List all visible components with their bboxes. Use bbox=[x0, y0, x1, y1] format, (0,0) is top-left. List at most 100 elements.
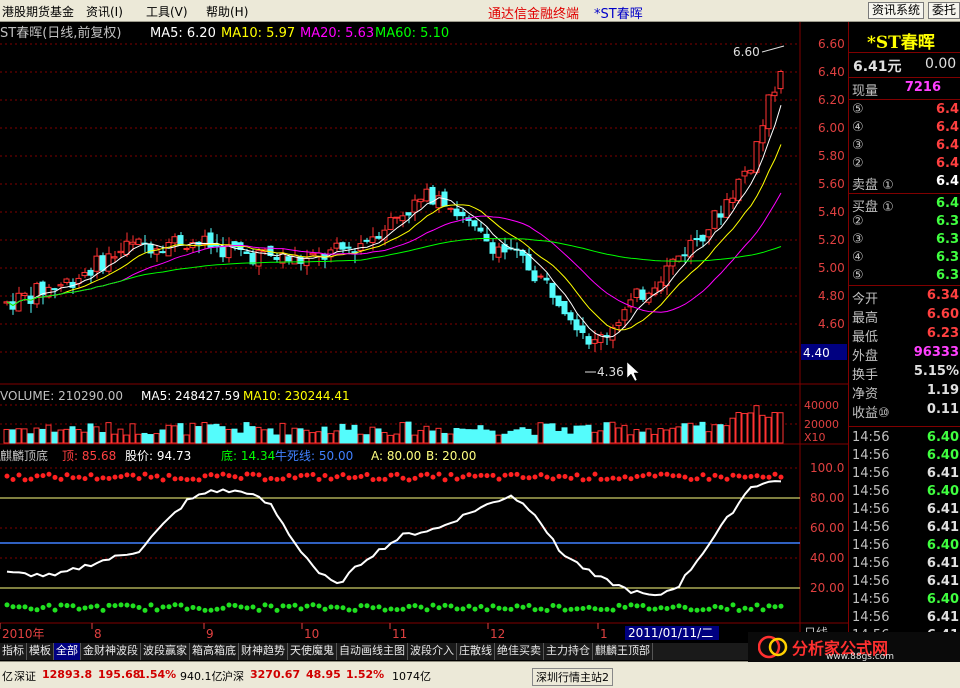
candle-body bbox=[399, 215, 406, 222]
candle-body bbox=[603, 335, 610, 338]
indicator-grid bbox=[0, 467, 800, 589]
indicator-bottom-dot bbox=[748, 606, 754, 612]
tab-8[interactable]: 自动画线主图 bbox=[337, 643, 408, 660]
volume-bar bbox=[297, 428, 304, 444]
candle-body bbox=[717, 213, 724, 218]
tab-6[interactable]: 财神趋势 bbox=[239, 643, 288, 660]
candle-body bbox=[633, 288, 640, 298]
tab-1[interactable]: 模板 bbox=[27, 643, 54, 660]
menu-item-futures[interactable]: 港股期货基金 bbox=[2, 3, 74, 20]
indicator-top-dot bbox=[496, 476, 502, 482]
tick-row-label: 14:56 bbox=[852, 466, 890, 481]
indicator-bottom-dot bbox=[706, 606, 712, 612]
volume-bar bbox=[393, 433, 400, 444]
tab-7[interactable]: 天使魔鬼 bbox=[288, 643, 337, 660]
indicator-top-dot bbox=[394, 471, 400, 477]
indicator-bottom-dot bbox=[316, 603, 322, 609]
candle-body bbox=[729, 197, 736, 203]
volume-bar bbox=[33, 427, 40, 444]
indicator-bottom-dot bbox=[490, 603, 496, 609]
indicator-bottom-dot bbox=[394, 607, 400, 613]
indicator-top-dot bbox=[388, 472, 394, 478]
indicator-top-dot bbox=[706, 476, 712, 482]
volume-bar bbox=[501, 433, 508, 444]
tab-3[interactable]: 金财神波段 bbox=[81, 643, 141, 660]
indicator-top-dot bbox=[136, 476, 142, 482]
volume-bar bbox=[639, 431, 646, 444]
indicator-top-dot bbox=[334, 474, 340, 480]
tab-12[interactable]: 主力持仓 bbox=[544, 643, 593, 660]
stat-row: 最低 6.23 bbox=[849, 326, 960, 345]
tick-row-value: 6.40 bbox=[926, 538, 959, 553]
volume-bar bbox=[141, 432, 148, 444]
trade-button[interactable]: 委托 bbox=[928, 2, 960, 19]
station-label[interactable]: 深圳行情主站2 bbox=[532, 668, 613, 686]
tab-10[interactable]: 庄散线 bbox=[457, 643, 495, 660]
volume-bar bbox=[477, 425, 484, 444]
menu-item-help[interactable]: 帮助(H) bbox=[206, 3, 248, 20]
tick-row-value: 6.41 bbox=[926, 574, 959, 589]
volume-bar bbox=[525, 428, 532, 444]
indicator-top-dot bbox=[454, 476, 460, 482]
volume-bar bbox=[615, 427, 622, 444]
menu-item-info[interactable]: 资讯(I) bbox=[86, 3, 123, 20]
tick-row: 14:56 6.41 bbox=[849, 466, 960, 483]
indicator-bottom-dot bbox=[526, 603, 532, 609]
indicator-top-dot bbox=[520, 475, 526, 481]
candle-body bbox=[345, 246, 352, 249]
candle-body bbox=[621, 309, 628, 321]
tab-11[interactable]: 绝佳买卖 bbox=[495, 643, 544, 660]
chart-area[interactable]: ST春晖(日线,前复权) MA5: 6.20 MA10: 5.97 MA20: … bbox=[0, 22, 848, 643]
indicator-top-dot bbox=[364, 472, 370, 478]
volume-bar bbox=[111, 433, 118, 444]
volume-bar bbox=[561, 427, 568, 444]
tab-0[interactable]: 指标 bbox=[0, 643, 27, 660]
volume-bar bbox=[747, 412, 754, 444]
tab-5[interactable]: 箱高箱底 bbox=[190, 643, 239, 660]
indicator-bottom-dot bbox=[88, 604, 94, 610]
candle-body bbox=[471, 220, 478, 227]
volume-bar bbox=[699, 421, 706, 444]
indicator-bottom-dot bbox=[280, 603, 286, 609]
indicator-bottom-dot bbox=[322, 606, 328, 612]
sh-index-change: 48.95 bbox=[306, 668, 341, 681]
indicator-top-dot bbox=[154, 473, 160, 479]
indicator-top-dot bbox=[82, 476, 88, 482]
indicator-top-dot bbox=[64, 472, 70, 478]
main-y-tick: 5.40 bbox=[818, 205, 845, 219]
sell-level-value: 6.4 bbox=[935, 138, 959, 153]
candle-body bbox=[123, 240, 130, 256]
info-system-button[interactable]: 资讯系统 bbox=[868, 2, 925, 19]
volume-bar bbox=[675, 426, 682, 444]
sell-level-label: ⑤ bbox=[852, 102, 864, 117]
volume-bar bbox=[93, 426, 100, 444]
indicator-top-dot bbox=[694, 476, 700, 482]
window-stock-title: *ST春晖 bbox=[594, 7, 643, 22]
indicator-top-dot bbox=[778, 474, 784, 480]
candle-body bbox=[609, 327, 616, 341]
indicator-top-dot bbox=[748, 474, 754, 480]
volume-bar bbox=[597, 430, 604, 444]
volume-bar bbox=[459, 428, 466, 444]
indicator-top-dot bbox=[184, 477, 190, 483]
candle-body bbox=[111, 256, 118, 259]
indicator-bottom-dot bbox=[46, 602, 52, 608]
indicator-top-dot bbox=[46, 471, 52, 477]
indicator-bottom-dot bbox=[610, 607, 616, 613]
indicator-top-dot bbox=[418, 472, 424, 478]
volume-bar bbox=[753, 405, 760, 444]
indicator-top-dot bbox=[88, 472, 94, 478]
menu-item-tools[interactable]: 工具(V) bbox=[146, 3, 188, 20]
tab-9[interactable]: 波段介入 bbox=[408, 643, 457, 660]
buy-level-label: ② bbox=[852, 214, 864, 229]
tab-13[interactable]: 麒麟王顶部 bbox=[593, 643, 653, 660]
indicator-bottom-dot bbox=[628, 602, 634, 608]
indicator-top-dot bbox=[562, 473, 568, 479]
volume-bar bbox=[69, 426, 76, 444]
indicator-bottom-dot bbox=[196, 605, 202, 611]
indicator-bottom-label: 底: 14.34 bbox=[221, 448, 275, 463]
tab-2[interactable]: 全部 bbox=[54, 643, 81, 660]
tab-4[interactable]: 波段赢家 bbox=[141, 643, 190, 660]
indicator-bottom-dot bbox=[16, 604, 22, 610]
volume-bar bbox=[549, 423, 556, 444]
